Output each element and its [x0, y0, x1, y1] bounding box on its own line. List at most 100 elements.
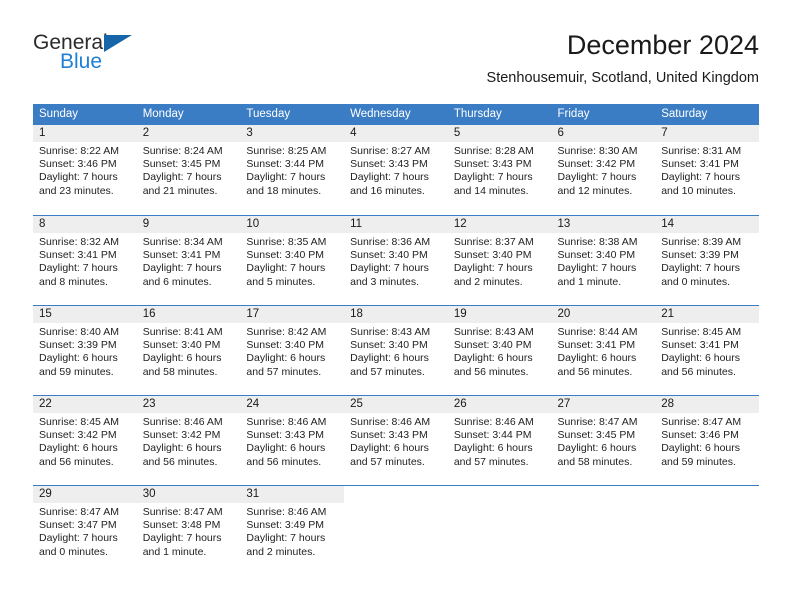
daylight-text-line1: Daylight: 7 hours — [661, 171, 741, 184]
day-number: 31 — [240, 486, 345, 503]
daylight-text-line2: and 8 minutes. — [39, 275, 108, 288]
day-details: Sunrise: 8:22 AM Sunset: 3:46 PM Dayligh… — [33, 142, 137, 198]
day-number — [344, 486, 448, 503]
day-cell[interactable]: 30 Sunrise: 8:47 AM Sunset: 3:48 PM Dayl… — [136, 486, 241, 575]
day-details: Sunrise: 8:47 AM Sunset: 3:48 PM Dayligh… — [137, 503, 241, 559]
sunrise-text: Sunrise: 8:46 AM — [246, 506, 327, 518]
day-cell[interactable]: 5 Sunrise: 8:28 AM Sunset: 3:43 PM Dayli… — [447, 125, 552, 214]
day-cell[interactable]: 1 Sunrise: 8:22 AM Sunset: 3:46 PM Dayli… — [33, 125, 137, 214]
day-cell[interactable]: 9 Sunrise: 8:34 AM Sunset: 3:41 PM Dayli… — [136, 216, 241, 305]
sunrise-text: Sunrise: 8:40 AM — [39, 326, 119, 338]
sunrise-text: Sunrise: 8:46 AM — [142, 416, 223, 428]
day-cell[interactable]: 25 Sunrise: 8:46 AM Sunset: 3:43 PM Dayl… — [344, 396, 448, 485]
day-cell[interactable]: 12 Sunrise: 8:37 AM Sunset: 3:40 PM Dayl… — [447, 216, 552, 305]
day-number — [448, 486, 552, 503]
sunrise-text: Sunrise: 8:34 AM — [142, 236, 223, 248]
sunrise-text: Sunrise: 8:28 AM — [453, 145, 534, 157]
day-cell[interactable]: 7 Sunrise: 8:31 AM Sunset: 3:41 PM Dayli… — [655, 125, 759, 214]
day-cell[interactable]: 11 Sunrise: 8:36 AM Sunset: 3:40 PM Dayl… — [344, 216, 448, 305]
daylight-text-line1: Daylight: 7 hours — [142, 171, 222, 184]
day-cell[interactable]: 15 Sunrise: 8:40 AM Sunset: 3:39 PM Dayl… — [33, 306, 137, 395]
daylight-text-line1: Daylight: 7 hours — [142, 532, 222, 545]
daylight-text-line2: and 57 minutes. — [453, 455, 529, 468]
daylight-text-line1: Daylight: 6 hours — [39, 442, 118, 455]
sunrise-text: Sunrise: 8:39 AM — [661, 236, 742, 248]
day-cell[interactable]: 6 Sunrise: 8:30 AM Sunset: 3:42 PM Dayli… — [551, 125, 656, 214]
day-cell[interactable]: 23 Sunrise: 8:46 AM Sunset: 3:42 PM Dayl… — [136, 396, 241, 485]
day-number: 2 — [136, 125, 241, 142]
day-cell[interactable]: 16 Sunrise: 8:41 AM Sunset: 3:40 PM Dayl… — [136, 306, 241, 395]
day-cell[interactable]: 29 Sunrise: 8:47 AM Sunset: 3:47 PM Dayl… — [33, 486, 137, 575]
sunset-text: Sunset: 3:44 PM — [453, 429, 532, 442]
sunrise-text: Sunrise: 8:35 AM — [246, 236, 327, 248]
day-number: 13 — [551, 216, 656, 233]
day-cell[interactable]: 22 Sunrise: 8:45 AM Sunset: 3:42 PM Dayl… — [33, 396, 137, 485]
day-cell-empty — [552, 486, 656, 575]
week-row: 8 Sunrise: 8:32 AM Sunset: 3:41 PM Dayli… — [33, 215, 759, 305]
day-cell[interactable]: 13 Sunrise: 8:38 AM Sunset: 3:40 PM Dayl… — [551, 216, 656, 305]
daylight-text-line1: Daylight: 6 hours — [453, 352, 533, 365]
sunset-text: Sunset: 3:47 PM — [39, 519, 117, 532]
day-cell[interactable]: 14 Sunrise: 8:39 AM Sunset: 3:39 PM Dayl… — [655, 216, 759, 305]
daylight-text-line2: and 0 minutes. — [661, 275, 731, 288]
day-details: Sunrise: 8:45 AM Sunset: 3:41 PM Dayligh… — [655, 323, 759, 379]
day-cell[interactable]: 18 Sunrise: 8:43 AM Sunset: 3:40 PM Dayl… — [344, 306, 448, 395]
daylight-text-line1: Daylight: 7 hours — [39, 532, 118, 545]
day-cell-empty — [448, 486, 552, 575]
day-cell-empty — [655, 486, 759, 575]
day-cell[interactable]: 4 Sunrise: 8:27 AM Sunset: 3:43 PM Dayli… — [344, 125, 448, 214]
day-number: 10 — [240, 216, 345, 233]
day-number: 1 — [33, 125, 137, 142]
sunset-text: Sunset: 3:40 PM — [246, 339, 325, 352]
sunset-text: Sunset: 3:40 PM — [142, 339, 221, 352]
sunset-text: Sunset: 3:43 PM — [453, 158, 532, 171]
day-cell[interactable]: 8 Sunrise: 8:32 AM Sunset: 3:41 PM Dayli… — [33, 216, 137, 305]
logo-text-blue: Blue — [60, 50, 103, 73]
weekday-header-sunday: Sunday — [39, 108, 79, 120]
day-details: Sunrise: 8:30 AM Sunset: 3:42 PM Dayligh… — [552, 142, 656, 198]
day-cell[interactable]: 28 Sunrise: 8:47 AM Sunset: 3:46 PM Dayl… — [655, 396, 759, 485]
day-number: 22 — [33, 396, 137, 413]
day-cell[interactable]: 31 Sunrise: 8:46 AM Sunset: 3:49 PM Dayl… — [240, 486, 345, 575]
sunset-text: Sunset: 3:41 PM — [661, 339, 739, 352]
sunset-text: Sunset: 3:48 PM — [142, 519, 221, 532]
daylight-text-line2: and 2 minutes. — [246, 545, 316, 558]
daylight-text-line2: and 56 minutes. — [142, 455, 218, 468]
day-cell[interactable]: 21 Sunrise: 8:45 AM Sunset: 3:41 PM Dayl… — [655, 306, 759, 395]
day-number: 6 — [551, 125, 656, 142]
day-cell[interactable]: 19 Sunrise: 8:43 AM Sunset: 3:40 PM Dayl… — [447, 306, 552, 395]
sunrise-text: Sunrise: 8:31 AM — [661, 145, 742, 157]
week-row: 29 Sunrise: 8:47 AM Sunset: 3:47 PM Dayl… — [33, 485, 759, 575]
day-cell[interactable]: 20 Sunrise: 8:44 AM Sunset: 3:41 PM Dayl… — [551, 306, 656, 395]
sunset-text: Sunset: 3:39 PM — [39, 339, 117, 352]
daylight-text-line2: and 59 minutes. — [661, 455, 736, 468]
daylight-text-line1: Daylight: 7 hours — [246, 262, 326, 275]
day-cell[interactable]: 24 Sunrise: 8:46 AM Sunset: 3:43 PM Dayl… — [240, 396, 345, 485]
sunset-text: Sunset: 3:45 PM — [142, 158, 221, 171]
day-cell[interactable]: 10 Sunrise: 8:35 AM Sunset: 3:40 PM Dayl… — [240, 216, 345, 305]
day-details: Sunrise: 8:47 AM Sunset: 3:47 PM Dayligh… — [33, 503, 137, 559]
weekday-header-thursday: Thursday — [453, 108, 502, 120]
day-cell[interactable]: 3 Sunrise: 8:25 AM Sunset: 3:44 PM Dayli… — [240, 125, 345, 214]
daylight-text-line2: and 56 minutes. — [661, 365, 736, 378]
sunset-text: Sunset: 3:40 PM — [453, 339, 532, 352]
sunrise-text: Sunrise: 8:46 AM — [246, 416, 327, 428]
day-number: 12 — [447, 216, 552, 233]
day-cell[interactable]: 27 Sunrise: 8:47 AM Sunset: 3:45 PM Dayl… — [551, 396, 656, 485]
day-cell[interactable]: 2 Sunrise: 8:24 AM Sunset: 3:45 PM Dayli… — [136, 125, 241, 214]
daylight-text-line2: and 3 minutes. — [350, 275, 419, 288]
day-number: 23 — [136, 396, 241, 413]
day-cell[interactable]: 26 Sunrise: 8:46 AM Sunset: 3:44 PM Dayl… — [447, 396, 552, 485]
day-cell[interactable]: 17 Sunrise: 8:42 AM Sunset: 3:40 PM Dayl… — [240, 306, 345, 395]
daylight-text-line1: Daylight: 6 hours — [39, 352, 118, 365]
daylight-text-line1: Daylight: 6 hours — [350, 352, 429, 365]
sunset-text: Sunset: 3:41 PM — [661, 158, 739, 171]
sunrise-text: Sunrise: 8:44 AM — [557, 326, 638, 338]
weekday-header-saturday: Saturday — [661, 108, 708, 120]
sunset-text: Sunset: 3:46 PM — [39, 158, 117, 171]
daylight-text-line2: and 1 minute. — [557, 275, 622, 288]
general-blue-logo[interactable]: General Blue — [33, 32, 143, 80]
day-number: 14 — [655, 216, 759, 233]
weekday-header-wednesday: Wednesday — [350, 108, 411, 120]
day-number: 20 — [551, 306, 656, 323]
